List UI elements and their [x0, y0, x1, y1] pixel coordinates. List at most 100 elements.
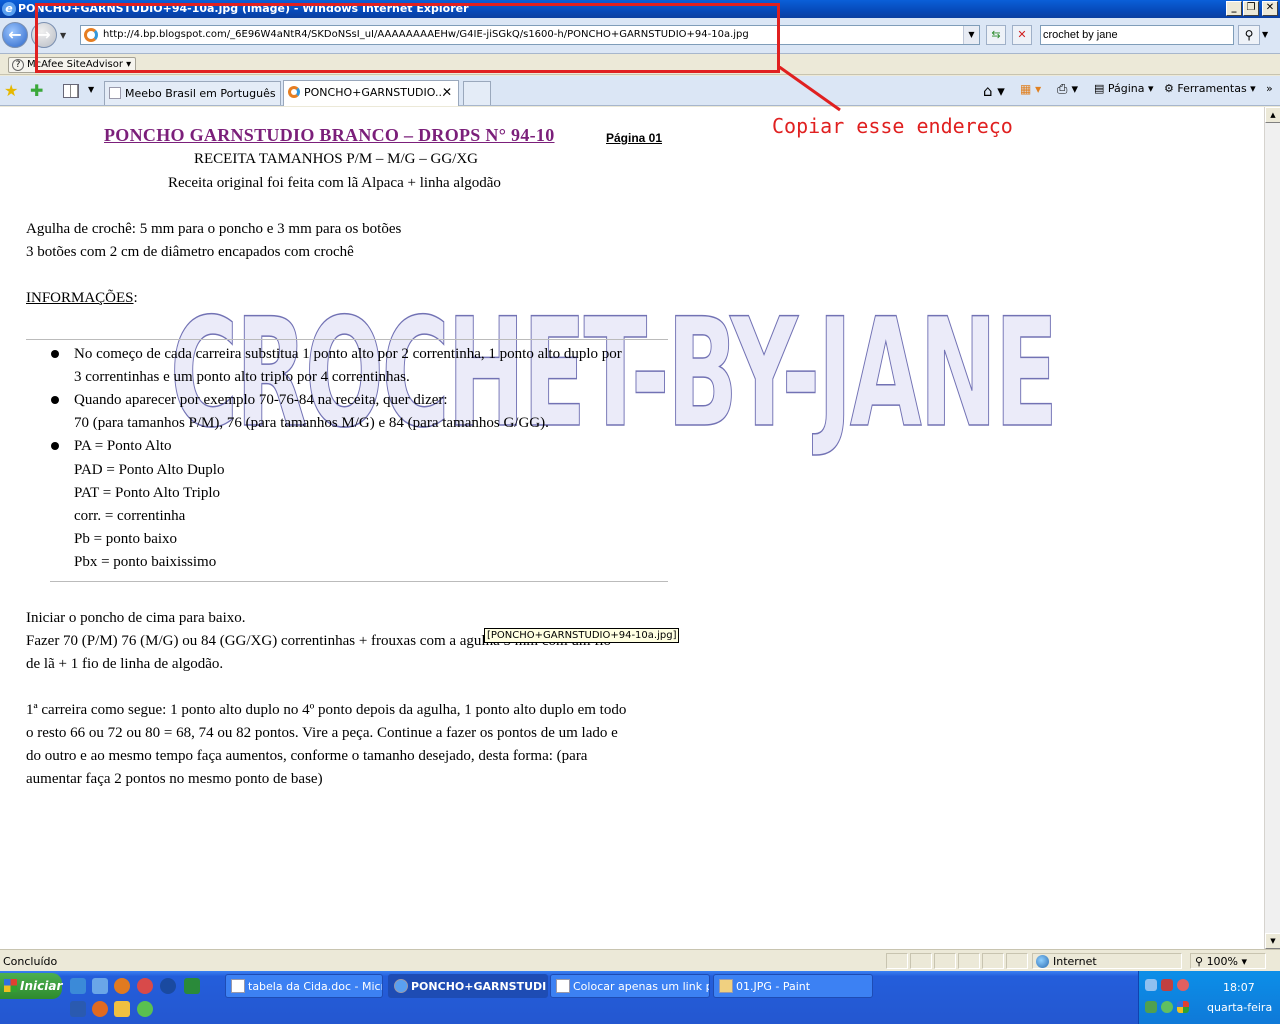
paragraph: aumentar faça 2 pontos no mesmo ponto de…	[26, 771, 323, 787]
tray-icon[interactable]	[1145, 1001, 1157, 1013]
tab-list-dropdown-icon[interactable]: ▼	[88, 85, 94, 94]
taskbar-button-paint[interactable]: 01.JPG - Paint	[713, 974, 873, 998]
address-dropdown-icon[interactable]: ▼	[963, 26, 979, 44]
messenger-tray-icon[interactable]	[1161, 979, 1173, 991]
taskbar-button-doc[interactable]: Colocar apenas um link p...	[550, 974, 710, 998]
page-content: CROCHET-BY-JANE PONCHO GARNSTUDIO BRANCO…	[0, 107, 1264, 949]
security-zone[interactable]: Internet	[1032, 953, 1182, 969]
status-cell	[1006, 953, 1028, 969]
scroll-down-icon[interactable]: ▼	[1265, 933, 1280, 949]
bullet	[51, 350, 59, 358]
abbreviation: Pbx = ponto baixissimo	[74, 554, 217, 570]
bullet	[51, 396, 59, 404]
search-icon[interactable]: ⚲	[1238, 25, 1260, 45]
page-menu-button[interactable]: ▤ Página ▾	[1094, 82, 1154, 95]
favorites-star-icon[interactable]: ★	[4, 81, 18, 100]
close-window-button[interactable]: ✕	[1262, 1, 1278, 16]
needle-text: Agulha de crochê: 5 mm para o poncho e 3…	[26, 221, 402, 237]
maximize-button[interactable]: ❐	[1243, 1, 1259, 16]
paragraph: 1ª carreira como segue: 1 ponto alto dup…	[26, 702, 627, 718]
quick-tabs-icon[interactable]	[63, 84, 79, 98]
search-input[interactable]	[1040, 25, 1234, 45]
vertical-scrollbar[interactable]: ▲ ▼	[1264, 107, 1280, 949]
minimize-button[interactable]: _	[1226, 1, 1242, 16]
tab-poncho[interactable]: PONCHO+GARNSTUDIO... ✕	[283, 80, 459, 106]
more-chevron-icon[interactable]: »	[1266, 82, 1273, 95]
abbreviation: corr. = correntinha	[74, 508, 186, 524]
tab-label: PONCHO+GARNSTUDIO...	[304, 86, 446, 99]
ie-icon	[394, 979, 408, 993]
firefox-quicklaunch-icon[interactable]	[114, 978, 130, 994]
tab-bar: ★ ✚ ▼ Meebo Brasil em Português B... PON…	[0, 76, 1280, 106]
word-document-icon	[231, 979, 245, 993]
globe-icon	[1036, 955, 1049, 968]
bullet	[51, 442, 59, 450]
status-cell	[910, 953, 932, 969]
bullet-text: No começo de cada carreira substitua 1 p…	[74, 346, 622, 362]
document-icon	[109, 87, 121, 99]
paragraph: do outro e ao mesmo tempo faça aumentos,…	[26, 748, 588, 764]
scroll-up-icon[interactable]: ▲	[1265, 107, 1280, 123]
add-favorite-icon[interactable]: ✚	[30, 81, 43, 100]
divider	[26, 339, 668, 340]
refresh-button[interactable]: ⇆	[986, 25, 1006, 45]
document-subtitle: RECEITA TAMANHOS P/M – M/G – GG/XG	[194, 151, 479, 167]
explorer-quicklaunch-icon[interactable]	[92, 978, 108, 994]
zoom-icon: ⚲	[1195, 955, 1204, 968]
print-icon[interactable]: ⎙ ▾	[1057, 82, 1078, 97]
document-icon	[556, 979, 570, 993]
taskbar-button-ie[interactable]: PONCHO+GARNSTUDI...	[388, 974, 548, 998]
start-button[interactable]: Iniciar	[0, 973, 62, 999]
back-button[interactable]: ←	[2, 22, 28, 48]
buttons-text: 3 botões com 2 cm de diâmetro encapados …	[26, 244, 354, 260]
paint-icon	[719, 979, 733, 993]
word-quicklaunch-icon[interactable]	[70, 1001, 86, 1017]
annotation-arrow-line	[778, 66, 841, 112]
taskbar: Iniciar tabela da Cida.doc - Micr... PON…	[0, 971, 1280, 1024]
clock-day: quarta-feira	[1207, 1001, 1273, 1014]
annotation-text: Copiar esse endereço	[772, 114, 1013, 138]
clock-time[interactable]: 18:07	[1223, 981, 1255, 994]
paragraph: o resto 66 ou 72 ou 80 = 68, 74 ou 82 po…	[26, 725, 618, 741]
status-cell	[934, 953, 956, 969]
annotation-highlight-box	[35, 3, 780, 73]
paragraph: Iniciar o poncho de cima para baixo.	[26, 610, 246, 626]
ie-quicklaunch-icon[interactable]	[70, 978, 86, 994]
page-favicon-icon	[288, 86, 300, 98]
tools-menu-button[interactable]: ⚙ Ferramentas ▾	[1164, 82, 1256, 95]
document-subtitle-2: Receita original foi feita com lã Alpaca…	[168, 175, 501, 191]
messenger-quicklaunch-icon[interactable]	[137, 978, 153, 994]
status-cell	[982, 953, 1004, 969]
new-tab-button[interactable]	[463, 81, 491, 105]
status-cell	[958, 953, 980, 969]
app-quicklaunch-icon[interactable]	[137, 1001, 153, 1017]
media-player-quicklaunch-icon[interactable]	[160, 978, 176, 994]
bullet-text: 3 correntinhas e um ponto alto triplo po…	[74, 369, 410, 385]
security-tray-icon[interactable]	[1177, 979, 1189, 991]
status-text: Concluído	[3, 955, 58, 968]
network-icon[interactable]	[1145, 979, 1157, 991]
zoom-control[interactable]: ⚲ 100% ▾	[1190, 953, 1266, 969]
paragraph: de lã + 1 fio de linha de algodão.	[26, 656, 224, 672]
search-options-dropdown-icon[interactable]: ▼	[1262, 30, 1268, 39]
close-tab-icon[interactable]: ✕	[442, 85, 452, 99]
status-bar: Concluído Internet ⚲ 100% ▾	[0, 949, 1280, 971]
tab-meebo[interactable]: Meebo Brasil em Português B...	[104, 81, 281, 105]
image-tooltip: [PONCHO+GARNSTUDIO+94-10a.jpg]	[484, 628, 680, 643]
feeds-icon[interactable]: ▦ ▾	[1020, 82, 1041, 96]
users-tray-icon[interactable]	[1161, 1001, 1173, 1013]
info-heading: INFORMAÇÕES:	[26, 290, 138, 306]
ie-logo-icon: e	[2, 2, 16, 16]
page-number: Página 01	[606, 131, 663, 145]
excel-quicklaunch-icon[interactable]	[184, 978, 200, 994]
system-tray: 18:07 quarta-feira	[1138, 971, 1280, 1024]
home-icon[interactable]: ⌂ ▾	[983, 82, 1005, 100]
outlook-quicklaunch-icon[interactable]	[92, 1001, 108, 1017]
bullet-text: Quando aparecer por exemplo 70-76-84 na …	[74, 392, 448, 408]
windows-update-icon[interactable]	[1177, 1001, 1189, 1013]
tools-quicklaunch-icon[interactable]	[114, 1001, 130, 1017]
abbreviation: PAT = Ponto Alto Triplo	[74, 485, 221, 501]
stop-button[interactable]: ✕	[1012, 25, 1032, 45]
taskbar-button-word[interactable]: tabela da Cida.doc - Micr...	[225, 974, 383, 998]
windows-logo-icon	[4, 979, 17, 992]
